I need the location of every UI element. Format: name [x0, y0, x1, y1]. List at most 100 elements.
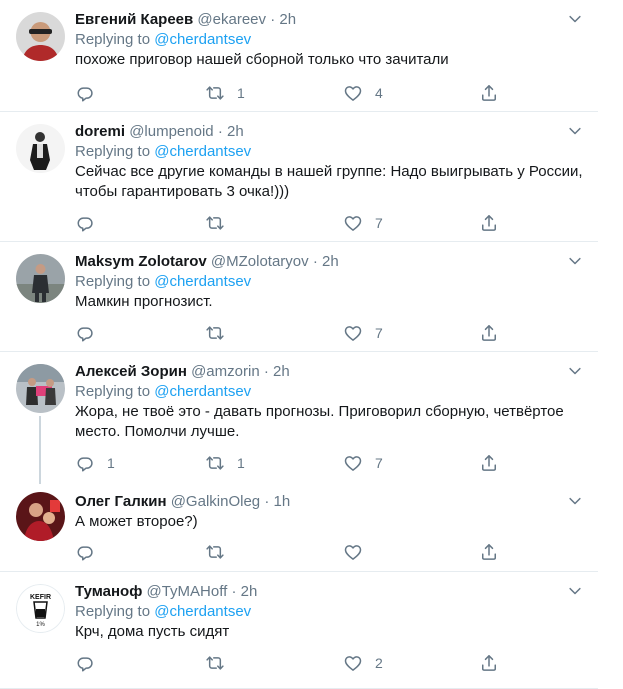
share-icon	[479, 453, 499, 473]
like-button[interactable]: 7	[343, 212, 383, 234]
tweet[interactable]: doremi @lumpenoid · 2h Replying to @cher…	[0, 112, 598, 242]
replying-to-link[interactable]: @cherdantsev	[154, 273, 251, 290]
avatar[interactable]	[16, 254, 65, 303]
avatar-logo-top: KEFIR	[30, 594, 51, 601]
tweet-actions: 1 4	[75, 82, 515, 104]
like-count: 7	[375, 455, 383, 471]
retweet-icon	[205, 213, 225, 233]
chevron-down-icon[interactable]	[566, 252, 584, 270]
heart-icon	[343, 323, 363, 343]
display-name[interactable]: Туманоф	[75, 583, 142, 600]
retweet-button[interactable]: 1	[205, 82, 245, 104]
tweet-text: Сейчас все другие команды в нашей группе…	[75, 162, 584, 202]
like-button[interactable]: 7	[343, 322, 383, 344]
tweet-actions: 2	[75, 652, 515, 674]
avatar[interactable]: KEFIR 1%	[16, 584, 65, 633]
user-handle[interactable]: @TyMAHoff	[147, 583, 228, 600]
timestamp[interactable]: 2h	[273, 363, 290, 380]
tweet[interactable]: Олег Галкин @GalkinOleg · 1h А может вто…	[0, 482, 598, 572]
avatar[interactable]	[16, 124, 65, 173]
separator-dot: ·	[312, 253, 318, 270]
user-handle[interactable]: @lumpenoid	[129, 123, 213, 140]
share-button[interactable]	[479, 541, 499, 563]
retweet-button[interactable]: 1	[205, 452, 245, 474]
share-button[interactable]	[479, 212, 499, 234]
chevron-down-icon[interactable]	[566, 122, 584, 140]
retweet-icon	[205, 542, 225, 562]
thread-line	[39, 416, 41, 484]
chevron-down-icon[interactable]	[566, 10, 584, 28]
replying-to-link[interactable]: @cherdantsev	[154, 603, 251, 620]
replying-to-label: Replying to	[75, 31, 151, 48]
chevron-down-icon[interactable]	[566, 362, 584, 380]
tweet[interactable]: KEFIR 1% Туманоф @TyMAHoff · 2h Replying …	[0, 572, 598, 689]
like-button[interactable]: 7	[343, 452, 383, 474]
share-button[interactable]	[479, 452, 499, 474]
reply-icon	[75, 83, 95, 103]
display-name[interactable]: Олег Галкин	[75, 493, 167, 510]
reply-icon	[75, 453, 95, 473]
reply-button[interactable]: 1	[75, 452, 115, 474]
timestamp[interactable]: 2h	[241, 583, 258, 600]
share-icon	[479, 542, 499, 562]
user-handle[interactable]: @GalkinOleg	[171, 493, 260, 510]
avatar[interactable]	[16, 492, 65, 541]
like-button[interactable]: 2	[343, 652, 383, 674]
avatar[interactable]	[16, 12, 65, 61]
display-name[interactable]: Евгений Кареев	[75, 11, 193, 28]
tweet-text-line: чтобы гарантировать 3 очка!)))	[75, 183, 290, 200]
separator-dot: ·	[231, 583, 237, 600]
chevron-down-icon[interactable]	[566, 492, 584, 510]
reply-button[interactable]	[75, 82, 107, 104]
reply-button[interactable]	[75, 322, 107, 344]
display-name[interactable]: Алексей Зорин	[75, 363, 187, 380]
display-name[interactable]: Maksym Zolotarov	[75, 253, 207, 270]
chevron-down-icon[interactable]	[566, 582, 584, 600]
avatar[interactable]	[16, 364, 65, 413]
replying-to-link[interactable]: @cherdantsev	[154, 31, 251, 48]
tweet-header: Maksym Zolotarov @MZolotaryov · 2h	[75, 252, 584, 272]
timestamp[interactable]: 1h	[273, 493, 290, 510]
retweet-button[interactable]	[205, 652, 237, 674]
tweet-header: Олег Галкин @GalkinOleg · 1h	[75, 492, 584, 512]
retweet-button[interactable]	[205, 212, 237, 234]
tweet-header: Туманоф @TyMAHoff · 2h	[75, 582, 584, 602]
user-handle[interactable]: @MZolotaryov	[211, 253, 309, 270]
share-button[interactable]	[479, 82, 499, 104]
replying-to: Replying to @cherdantsev	[75, 142, 584, 162]
tweet[interactable]: Maksym Zolotarov @MZolotaryov · 2h Reply…	[0, 242, 598, 352]
share-button[interactable]	[479, 322, 499, 344]
tweet-text-line: место. Помолчи лучше.	[75, 423, 240, 440]
timestamp[interactable]: 2h	[322, 253, 339, 270]
replying-to: Replying to @cherdantsev	[75, 602, 584, 622]
replying-to-link[interactable]: @cherdantsev	[154, 383, 251, 400]
tweet[interactable]: Евгений Кареев @ekareev · 2h Replying to…	[0, 0, 598, 112]
like-button[interactable]	[343, 541, 375, 563]
retweet-icon	[205, 323, 225, 343]
share-button[interactable]	[479, 652, 499, 674]
user-handle[interactable]: @ekareev	[197, 11, 266, 28]
tweet-header: Алексей Зорин @amzorin · 2h	[75, 362, 584, 382]
retweet-icon	[205, 83, 225, 103]
tweet[interactable]: Алексей Зорин @amzorin · 2h Replying to …	[0, 352, 598, 484]
reply-count: 1	[107, 455, 115, 471]
reply-icon	[75, 323, 95, 343]
heart-icon	[343, 83, 363, 103]
reply-button[interactable]	[75, 212, 107, 234]
like-button[interactable]: 4	[343, 82, 383, 104]
replying-to-link[interactable]: @cherdantsev	[154, 143, 251, 160]
tweet-actions	[75, 541, 515, 563]
user-handle[interactable]: @amzorin	[191, 363, 260, 380]
retweet-button[interactable]	[205, 322, 237, 344]
display-name[interactable]: doremi	[75, 123, 125, 140]
separator-dot: ·	[217, 123, 223, 140]
reply-button[interactable]	[75, 541, 107, 563]
timestamp[interactable]: 2h	[279, 11, 296, 28]
tweet-text: А может второе?)	[75, 513, 198, 530]
retweet-button[interactable]	[205, 541, 237, 563]
timestamp[interactable]: 2h	[227, 123, 244, 140]
tweet-text: Жора, не твоё это - давать прогнозы. При…	[75, 402, 584, 442]
tweet-text: похоже приговор нашей сборной только что…	[75, 51, 449, 68]
heart-icon	[343, 213, 363, 233]
reply-button[interactable]	[75, 652, 107, 674]
